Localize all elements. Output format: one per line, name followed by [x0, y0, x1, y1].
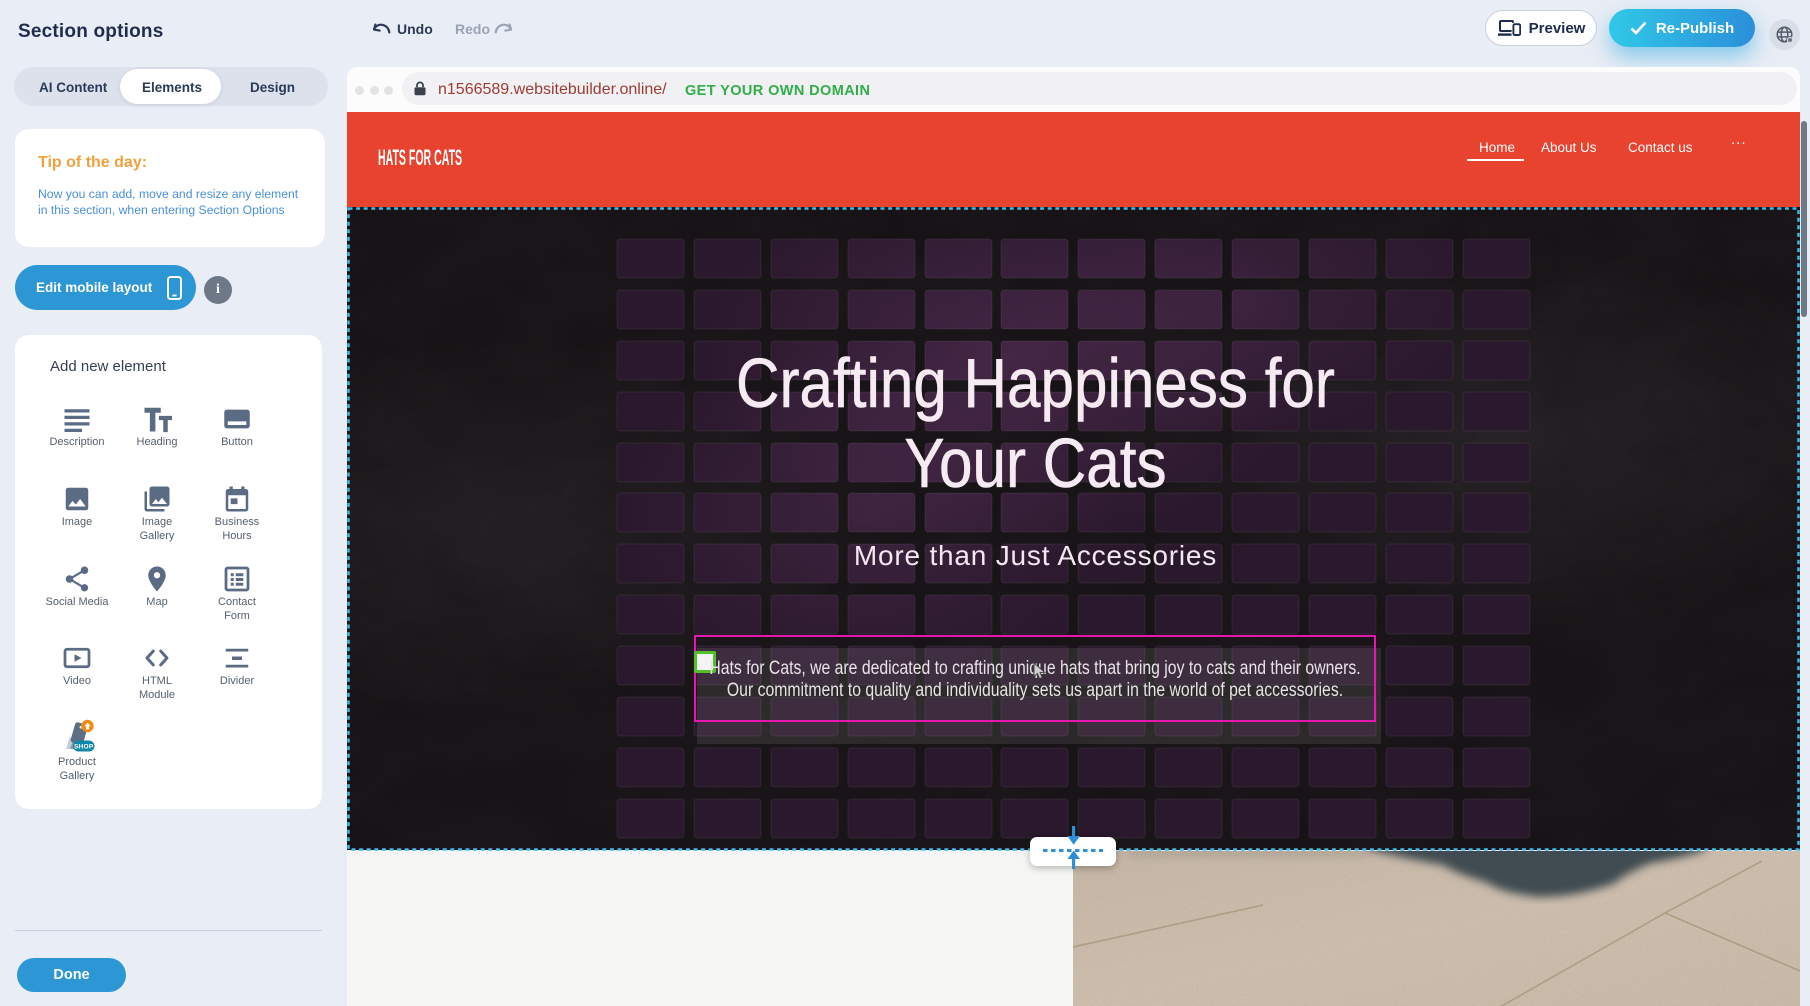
svg-text:SHOP: SHOP: [74, 744, 94, 751]
